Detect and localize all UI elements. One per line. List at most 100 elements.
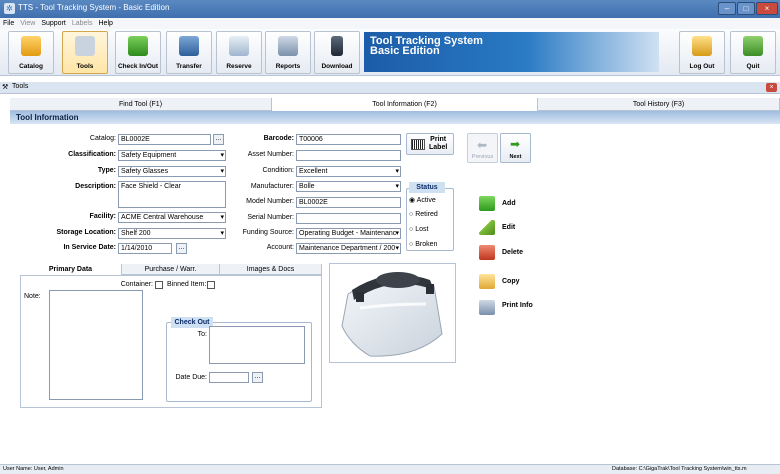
in-service-date-label: In Service Date: <box>63 244 116 251</box>
binned-item-label: Binned Item: <box>167 281 207 288</box>
menu-view[interactable]: View <box>17 18 38 29</box>
broom-icon <box>692 36 712 56</box>
tab-images-docs[interactable]: Images & Docs <box>220 264 322 275</box>
calendar-icon <box>229 36 249 56</box>
check-out-group: Check Out To: Date Due: ... <box>166 317 312 402</box>
previous-button[interactable]: ⬅ Previous <box>467 133 498 163</box>
status-lost-radio[interactable]: ○ Lost <box>409 225 428 235</box>
catalog-input[interactable]: BL0002E <box>118 134 211 145</box>
container-checkbox[interactable] <box>155 281 163 289</box>
document-bar: ⚒ Tools × <box>0 82 780 94</box>
check-in-out-button[interactable]: Check In/Out <box>115 31 161 74</box>
edit-button[interactable]: Edit <box>473 217 529 236</box>
status-active-radio[interactable]: ◉ Active <box>409 196 436 206</box>
printer-icon <box>278 36 298 56</box>
date-due-picker[interactable]: ... <box>252 372 263 383</box>
tab-tool-history[interactable]: Tool History (F3) <box>538 98 780 111</box>
container-label: Container: <box>120 281 153 288</box>
transfer-button[interactable]: Transfer <box>166 31 212 74</box>
menu-support[interactable]: Support <box>38 18 69 29</box>
funding-source-label: Funding Source: <box>242 229 294 236</box>
delete-button[interactable]: Delete <box>473 242 529 261</box>
status-title: Status <box>409 182 445 193</box>
facility-label: Facility: <box>89 213 116 220</box>
date-due-input[interactable] <box>209 372 249 383</box>
arrow-right-icon: ➡ <box>510 137 521 151</box>
face-shield-image <box>341 272 443 357</box>
app-icon: ✲ <box>4 3 15 14</box>
to-label: To: <box>197 331 207 338</box>
type-label: Type: <box>97 167 116 174</box>
barcode-label: Barcode: <box>263 135 294 142</box>
exit-door-icon <box>743 36 763 56</box>
tools-icon: ⚒ <box>2 84 9 91</box>
reports-button[interactable]: Reports <box>265 31 311 74</box>
add-button[interactable]: Add <box>473 193 529 212</box>
classification-select[interactable]: Safety Equipment <box>118 150 226 161</box>
quit-button[interactable]: Quit <box>730 31 776 74</box>
close-button[interactable]: × <box>756 2 778 15</box>
arrow-left-icon: ⬅ <box>477 138 488 152</box>
minimize-button[interactable]: – <box>718 2 736 15</box>
status-group: Status ◉ Active ○ Retired ○ Lost ○ Broke… <box>406 182 454 251</box>
barcode-icon <box>411 139 425 150</box>
tab-purchase-warranty[interactable]: Purchase / Warr. <box>122 264 220 275</box>
status-broken-radio[interactable]: ○ Broken <box>409 240 437 250</box>
facility-select[interactable]: ACME Central Warehouse <box>118 212 226 223</box>
storage-location-label: Storage Location: <box>56 229 116 236</box>
tab-find-tool[interactable]: Find Tool (F1) <box>10 98 272 111</box>
serial-number-input[interactable] <box>296 213 401 224</box>
tab-tool-information[interactable]: Tool Information (F2) <box>272 98 538 111</box>
database-path: Database: C:\GigaTrak\Tool Tracking Syst… <box>612 466 747 472</box>
asset-number-label: Asset Number: <box>247 151 294 158</box>
classification-label: Classification: <box>68 151 116 158</box>
condition-select[interactable]: Excellent <box>296 166 401 177</box>
app-banner: Tool Tracking System Basic Edition <box>364 32 659 72</box>
in-service-date-input[interactable]: 1/14/2010 <box>118 243 172 254</box>
arrows-icon <box>128 36 148 56</box>
maximize-button[interactable]: □ <box>737 2 755 15</box>
tab-primary-data[interactable]: Primary Data <box>20 264 122 275</box>
close-document-button[interactable]: × <box>766 83 777 92</box>
catalog-browse-button[interactable]: ... <box>213 134 224 145</box>
funding-source-select[interactable]: Operating Budget - Maintenanc <box>296 228 401 239</box>
download-button[interactable]: Download <box>314 31 360 74</box>
description-textarea[interactable]: Face Shield - Clear <box>118 181 226 208</box>
delete-x-icon <box>479 245 495 260</box>
status-bar: User Name: User, Admin Database: C:\Giga… <box>0 464 780 474</box>
date-due-label: Date Due: <box>175 374 207 381</box>
pencil-icon <box>479 220 495 235</box>
barcode-input[interactable]: T00006 <box>296 134 401 145</box>
print-info-button[interactable]: Print Info <box>473 297 533 322</box>
print-label-button[interactable]: Print Label <box>406 133 454 155</box>
reserve-button[interactable]: Reserve <box>216 31 262 74</box>
description-label: Description: <box>75 183 116 190</box>
banner-edition: Basic Edition <box>370 45 440 57</box>
tools-button[interactable]: Tools <box>62 31 108 74</box>
manufacturer-label: Manufacturer: <box>250 183 294 190</box>
check-out-to-textarea[interactable] <box>209 326 305 364</box>
type-select[interactable]: Safety Glasses <box>118 166 226 177</box>
menu-file[interactable]: File <box>0 18 17 29</box>
status-retired-radio[interactable]: ○ Retired <box>409 210 438 220</box>
model-number-input[interactable]: BL0002E <box>296 197 401 208</box>
menu-help[interactable]: Help <box>96 18 116 29</box>
next-button[interactable]: ➡ Next <box>500 133 531 163</box>
in-service-date-picker[interactable]: ... <box>176 243 187 254</box>
catalog-button[interactable]: Catalog <box>8 31 54 74</box>
copy-button[interactable]: Copy <box>473 271 529 290</box>
manufacturer-select[interactable]: Bolle <box>296 181 401 192</box>
condition-label: Condition: <box>262 167 294 174</box>
copy-icon <box>479 274 495 289</box>
log-out-button[interactable]: Log Out <box>679 31 725 74</box>
title-bar: ✲ TTS - Tool Tracking System - Basic Edi… <box>0 0 780 18</box>
account-select[interactable]: Maintenance Department / 200 <box>296 243 401 254</box>
storage-location-select[interactable]: Shelf 200 <box>118 228 226 239</box>
wrench-icon <box>75 36 95 56</box>
menu-labels[interactable]: Labels <box>69 18 96 29</box>
binned-item-checkbox[interactable] <box>207 281 215 289</box>
plus-icon <box>479 196 495 211</box>
asset-number-input[interactable] <box>296 150 401 161</box>
main-tabs: Find Tool (F1) Tool Information (F2) Too… <box>10 98 780 111</box>
note-textarea[interactable] <box>49 290 143 400</box>
